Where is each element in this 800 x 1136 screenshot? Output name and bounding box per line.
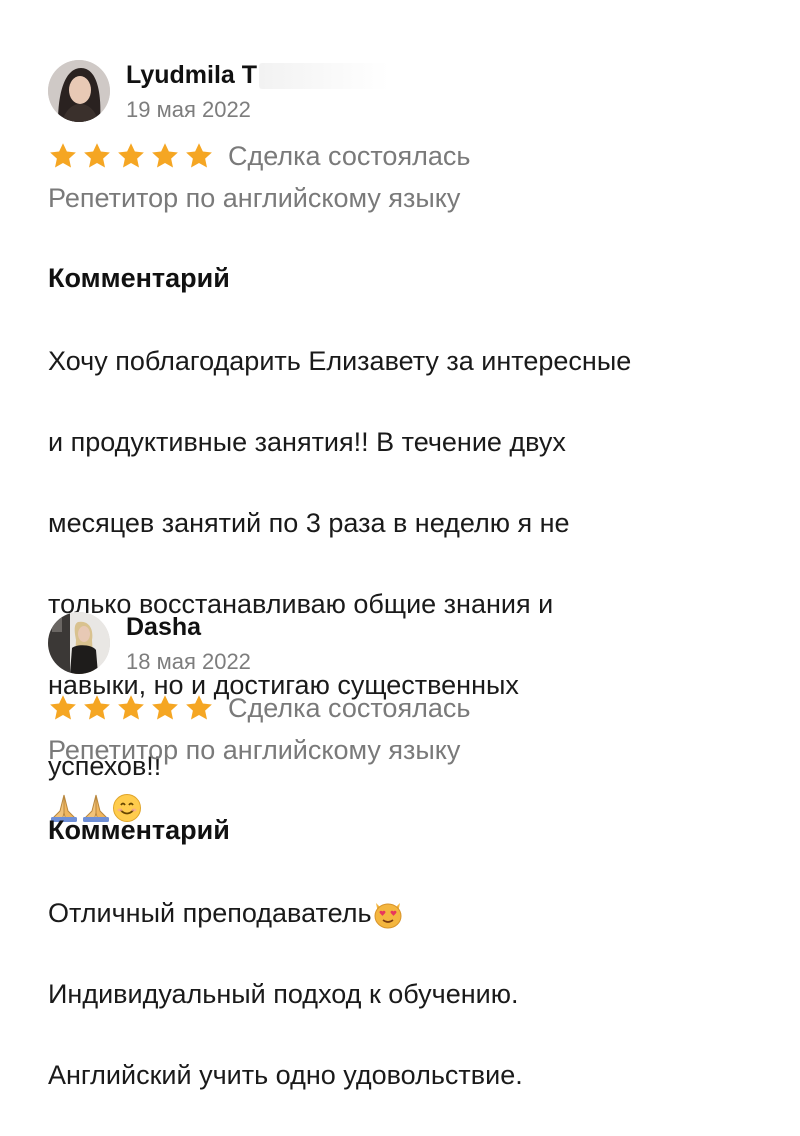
comment-title: Комментарий: [48, 263, 230, 293]
star-icon: [150, 693, 180, 723]
star-icon: [82, 141, 112, 171]
service-name: Репетитор по английскому языку: [48, 735, 461, 765]
star-rating: [48, 141, 214, 171]
comment-line: Отличный преподаватель: [48, 897, 372, 928]
avatar-photo: [48, 612, 110, 674]
star-icon: [48, 693, 78, 723]
star-icon: [48, 141, 78, 171]
star-icon: [116, 693, 146, 723]
star-icon: [116, 141, 146, 171]
name-redaction: [259, 63, 390, 90]
comment-line: месяцев занятий по 3 раза в неделю я не: [48, 507, 570, 538]
review-date: 19 мая 2022: [126, 97, 251, 122]
rating-row: Сделка состоялась: [48, 690, 768, 726]
avatar-photo: [48, 60, 110, 122]
author-name[interactable]: Dasha: [126, 612, 201, 642]
comment-line: Хочу поблагодарить Елизавету за интересн…: [48, 345, 632, 376]
star-rating: [48, 693, 214, 723]
review-date: 18 мая 2022: [126, 649, 251, 674]
avatar[interactable]: [48, 612, 110, 674]
comment-line: Индивидуальный подход к обучению.: [48, 978, 519, 1009]
rating-row: Сделка состоялась: [48, 138, 768, 174]
comment-line: Английский учить одно удовольствие.: [48, 1059, 523, 1090]
star-icon: [184, 141, 214, 171]
review-author-row: Lyudmila T 19 мая 2022: [48, 56, 768, 128]
deal-status: Сделка состоялась: [228, 141, 471, 171]
heart-eyes-cat-icon: [372, 899, 404, 929]
author-name[interactable]: Lyudmila T: [126, 60, 390, 90]
review-author-row: Dasha 18 мая 2022: [48, 608, 768, 680]
star-icon: [82, 693, 112, 723]
star-icon: [150, 141, 180, 171]
comment-title: Комментарий: [48, 815, 230, 845]
service-name: Репетитор по английскому языку: [48, 183, 461, 213]
comment-body: Отличный преподаватель Индивидуальный по…: [48, 852, 768, 1136]
author-name-text: Lyudmila T: [126, 61, 258, 89]
avatar[interactable]: [48, 60, 110, 122]
comment-line-first: Отличный преподаватель: [48, 893, 768, 934]
star-icon: [184, 693, 214, 723]
comment-line: и продуктивные занятия!! В течение двух: [48, 426, 566, 457]
review-card: Dasha 18 мая 2022 Сделка состоялась Репе…: [48, 608, 768, 1136]
deal-status: Сделка состоялась: [228, 693, 471, 723]
